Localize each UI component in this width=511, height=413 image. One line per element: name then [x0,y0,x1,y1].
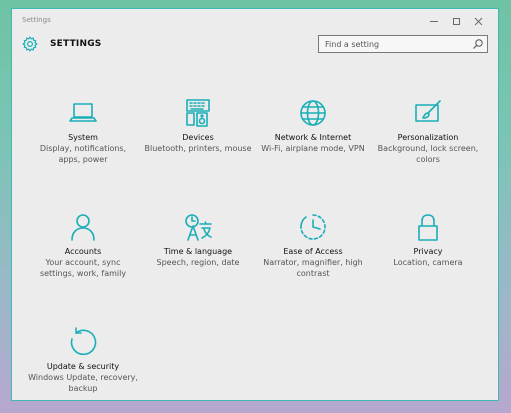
tile-description: Your account, sync settings, work, famil… [39,258,127,278]
close-icon [474,17,482,25]
tile-ease-of-access[interactable]: Ease of Access Narrator, magnifier, high… [258,212,368,292]
search-icon[interactable] [472,38,484,50]
maximize-button[interactable] [445,12,467,30]
tile-title: System [68,133,98,142]
tile-title: Privacy [413,247,443,256]
gear-icon [22,36,38,52]
refresh-icon [70,327,97,356]
search-box[interactable] [318,35,488,53]
tile-title: Time & language [163,247,233,256]
tile-description: Display, notifications, apps, power [39,144,127,164]
settings-header: SETTINGS [12,33,498,59]
page-title: SETTINGS [50,39,102,49]
tile-description: Location, camera [393,258,463,267]
laptop-icon [69,103,97,122]
lock-icon [418,214,438,241]
tile-title: Devices [182,133,214,142]
minimize-button[interactable] [423,12,445,30]
globe-icon [300,100,326,126]
tile-title: Network & Internet [274,133,352,142]
tile-accounts[interactable]: Accounts Your account, sync settings, wo… [28,212,138,292]
tile-personalization[interactable]: Personalization Background, lock screen,… [373,98,483,178]
tile-system[interactable]: System Display, notifications, apps, pow… [28,98,138,178]
tile-time-language[interactable]: Time & language Speech, region, date [143,212,253,292]
paint-brush-icon [415,100,441,122]
tile-title: Accounts [64,247,102,256]
maximize-icon [452,17,460,25]
keyboard-speaker-icon [186,99,210,127]
tile-description: Background, lock screen, colors [377,144,479,164]
close-button[interactable] [467,12,489,30]
minimize-icon [430,20,438,22]
tile-update-security[interactable]: Update & security Windows Update, recove… [28,327,138,400]
title-bar[interactable]: Settings [12,9,498,33]
settings-window: Settings SETTINGS Find a setting System … [11,8,499,401]
tile-title: Personalization [397,133,459,142]
tile-title: Ease of Access [283,247,343,256]
search-input[interactable] [319,36,475,52]
tile-privacy[interactable]: Privacy Location, camera [373,212,483,292]
tile-title: Update & security [46,362,120,371]
tile-description: Wi-Fi, airplane mode, VPN [261,144,365,153]
window-title: Settings [22,16,51,24]
tile-devices[interactable]: Devices Bluetooth, printers, mouse [143,98,253,178]
person-icon [71,214,95,241]
ease-of-access-icon [300,214,326,240]
tile-description: Narrator, magnifier, high contrast [263,258,363,278]
tile-network-internet[interactable]: Network & Internet Wi-Fi, airplane mode,… [258,98,368,178]
tile-description: Speech, region, date [156,258,240,267]
time-language-icon [185,214,212,241]
tile-description: Windows Update, recovery, backup [28,373,138,393]
tile-description: Bluetooth, printers, mouse [144,144,252,153]
